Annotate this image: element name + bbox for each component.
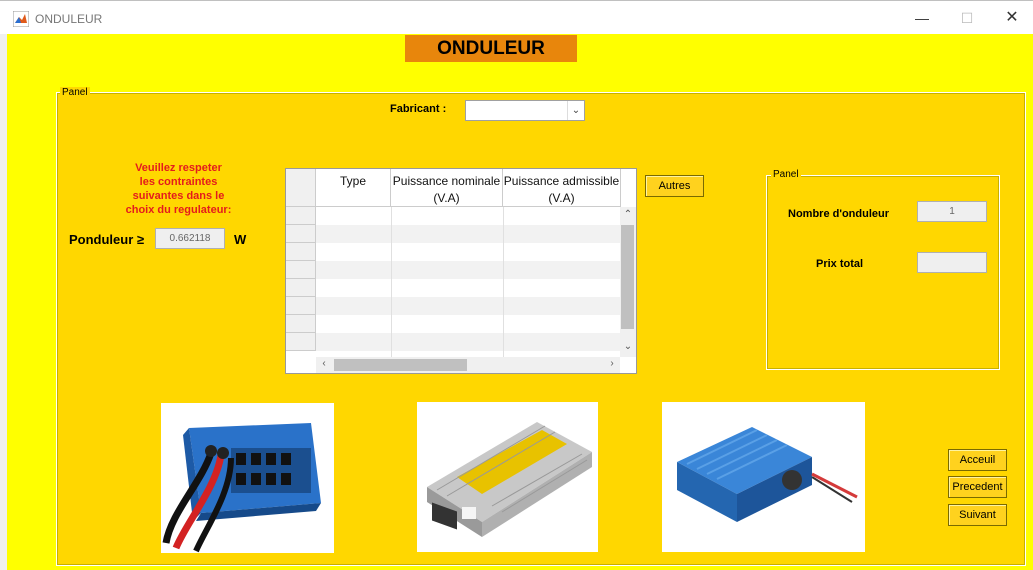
window-title: ONDULEUR bbox=[35, 12, 103, 26]
chevron-down-icon[interactable]: ⌄ bbox=[567, 101, 584, 120]
table-row[interactable] bbox=[316, 279, 621, 297]
row-header[interactable] bbox=[286, 279, 316, 297]
vertical-scroll-thumb[interactable] bbox=[621, 225, 634, 329]
row-header[interactable] bbox=[286, 297, 316, 315]
prix-total-field[interactable] bbox=[917, 252, 987, 273]
column-header-label: Puissance admissible bbox=[503, 174, 620, 188]
acceuil-button[interactable]: Acceuil bbox=[948, 449, 1007, 471]
suivant-button[interactable]: Suivant bbox=[948, 504, 1007, 526]
chevron-up-icon[interactable]: ⌃ bbox=[620, 209, 636, 220]
row-header[interactable] bbox=[286, 333, 316, 351]
chevron-left-icon[interactable]: ‹ bbox=[316, 358, 332, 369]
warning-line: les contraintes bbox=[139, 176, 218, 188]
autres-button[interactable]: Autres bbox=[645, 175, 704, 197]
horizontal-scroll-thumb[interactable] bbox=[334, 359, 467, 371]
page-title: ONDULEUR bbox=[405, 35, 577, 62]
inverter-image-3 bbox=[662, 402, 865, 552]
row-header[interactable] bbox=[286, 261, 316, 279]
row-header[interactable] bbox=[286, 225, 316, 243]
inverter-illustration-3 bbox=[677, 427, 858, 522]
maximize-button[interactable]: ☐ bbox=[952, 7, 982, 29]
inverter-illustration-2 bbox=[427, 422, 592, 537]
column-header-unit: (V.A) bbox=[548, 191, 575, 205]
table-row[interactable] bbox=[316, 243, 621, 261]
minimize-button[interactable]: — bbox=[907, 7, 937, 29]
table-row[interactable] bbox=[316, 315, 621, 333]
row-header[interactable] bbox=[286, 207, 316, 225]
vertical-scrollbar[interactable]: ⌃ ⌄ bbox=[620, 207, 636, 357]
fabricant-label: Fabricant : bbox=[390, 103, 447, 115]
window-titlebar: ONDULEUR — ☐ ✕ bbox=[0, 0, 1033, 34]
table-row[interactable] bbox=[316, 261, 621, 279]
warning-line: suivantes dans le bbox=[132, 190, 225, 202]
horizontal-scrollbar[interactable]: ‹ › bbox=[316, 357, 620, 373]
ponduleur-unit: W bbox=[234, 232, 247, 247]
summary-panel-title: Panel bbox=[771, 169, 801, 180]
nombre-onduleur-label: Nombre d'onduleur bbox=[788, 208, 890, 220]
column-divider bbox=[391, 207, 392, 357]
column-divider bbox=[503, 207, 504, 357]
row-header[interactable] bbox=[286, 243, 316, 261]
chevron-down-icon[interactable]: ⌄ bbox=[620, 341, 636, 352]
ponduleur-label: Ponduleur ≥ bbox=[69, 232, 145, 247]
window-border bbox=[0, 34, 7, 570]
table-corner bbox=[286, 169, 316, 207]
nombre-onduleur-field[interactable]: 1 bbox=[917, 201, 987, 222]
close-button[interactable]: ✕ bbox=[997, 7, 1027, 29]
constraint-warning: Veuillez respeter les contraintes suivan… bbox=[112, 161, 245, 217]
chevron-right-icon[interactable]: › bbox=[604, 358, 620, 369]
column-header-label: Type bbox=[339, 174, 366, 188]
prix-total-label: Prix total bbox=[816, 258, 864, 270]
table-row[interactable] bbox=[316, 207, 621, 225]
column-header-type[interactable]: Type bbox=[316, 169, 391, 207]
inverter-image-2 bbox=[417, 402, 598, 552]
table-row[interactable] bbox=[316, 297, 621, 315]
warning-line: Veuillez respeter bbox=[135, 162, 222, 174]
inverter-image-1 bbox=[161, 403, 334, 553]
matlab-icon bbox=[13, 11, 29, 27]
table-row[interactable] bbox=[316, 333, 621, 351]
inverter-illustration-1 bbox=[162, 423, 321, 553]
table-row[interactable] bbox=[316, 225, 621, 243]
warning-line: choix du regulateur: bbox=[125, 204, 232, 216]
fabricant-dropdown[interactable]: ⌄ bbox=[465, 100, 585, 121]
column-header-unit: (V.A) bbox=[433, 191, 460, 205]
column-header-puissance-nominale[interactable]: Puissance nominale (V.A) bbox=[391, 169, 503, 207]
precedent-button[interactable]: Precedent bbox=[948, 476, 1007, 498]
column-header-label: Puissance nominale bbox=[392, 174, 501, 188]
onduleur-table[interactable]: Type Puissance nominale (V.A) Puissance … bbox=[285, 168, 637, 374]
column-header-puissance-admissible[interactable]: Puissance admissible (V.A) bbox=[503, 169, 621, 207]
row-header[interactable] bbox=[286, 315, 316, 333]
ponduleur-field: 0.662118 bbox=[155, 228, 225, 249]
main-panel-title: Panel bbox=[60, 87, 90, 98]
